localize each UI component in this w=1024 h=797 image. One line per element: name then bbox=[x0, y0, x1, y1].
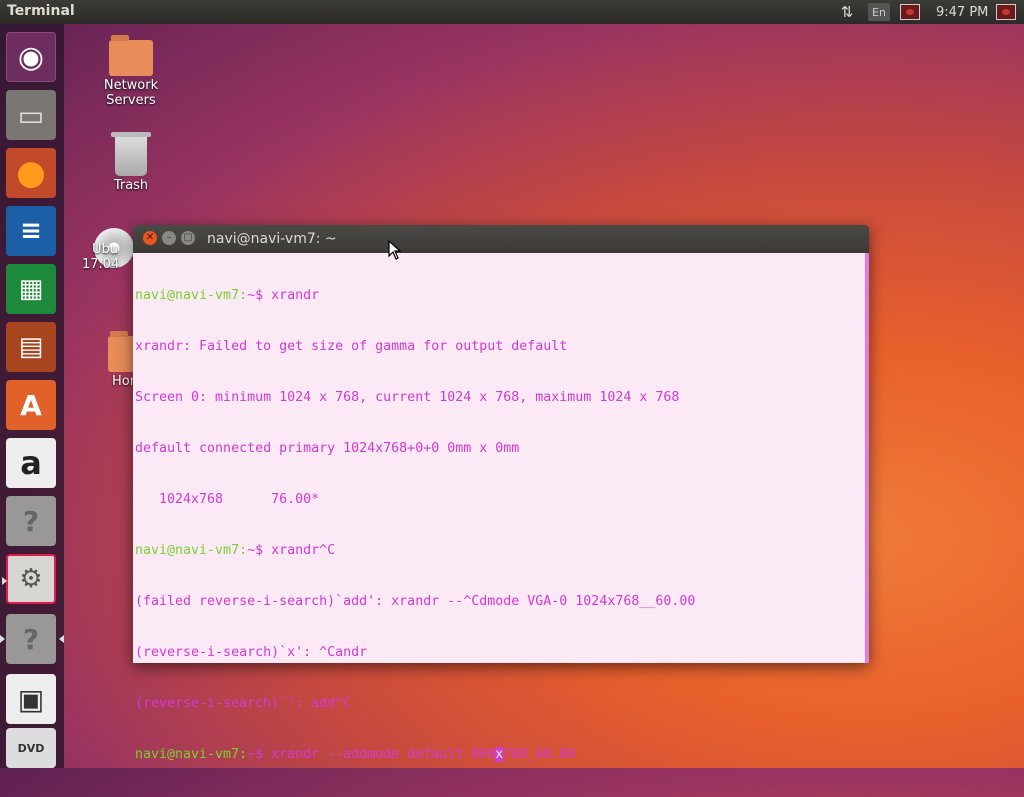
terminal-line: (reverse-i-search)`x': ^Candr bbox=[135, 645, 368, 660]
running-indicator bbox=[0, 635, 5, 643]
launcher-item-software[interactable]: A bbox=[6, 380, 56, 430]
calc-spreadsheet-icon: ▦ bbox=[18, 274, 44, 304]
keyboard-language-indicator[interactable]: En bbox=[868, 3, 890, 21]
network-folder-icon bbox=[109, 35, 153, 76]
session-indicator-icon[interactable] bbox=[996, 3, 1016, 21]
software-center-icon: A bbox=[20, 388, 42, 422]
terminal-line: default connected primary 1024x768+0+0 0… bbox=[135, 441, 520, 456]
system-settings-icon: ⚙ bbox=[19, 564, 43, 594]
command-text: ~$ xrandr^C bbox=[247, 543, 336, 558]
terminal-output[interactable]: navi@navi-vm7:~$ xrandr xrandr: Failed t… bbox=[133, 253, 869, 762]
help-icon: ? bbox=[22, 622, 40, 656]
window-title: navi@navi-vm7: ~ bbox=[207, 231, 337, 247]
launcher-item-impress[interactable]: ▤ bbox=[6, 322, 56, 372]
terminal-line: Screen 0: minimum 1024 x 768, current 10… bbox=[135, 390, 680, 405]
terminal-line: 1024x768 76.00* bbox=[135, 492, 320, 507]
floppy-disk-icon: ▣ bbox=[17, 682, 45, 716]
desktop-icon-label: Trash bbox=[113, 178, 149, 193]
terminal-line: (failed reverse-i-search)`add': xrandr -… bbox=[135, 594, 696, 609]
launcher-item-calc[interactable]: ▦ bbox=[6, 264, 56, 314]
launcher-item-dash[interactable]: ◉ bbox=[6, 32, 56, 82]
launcher-item-settings[interactable]: ⚙ bbox=[2, 554, 56, 604]
launcher-item-dvd[interactable]: DVD bbox=[6, 728, 56, 768]
clock[interactable]: 9:47 PM bbox=[936, 3, 988, 21]
launcher-item-files[interactable]: ▭ bbox=[6, 90, 56, 140]
command-text: ~$ xrandr bbox=[247, 288, 320, 303]
terminal-line: navi@navi-vm7:~$ xrandr^C bbox=[135, 542, 865, 559]
command-input-rest: 768_60.00 bbox=[503, 747, 576, 762]
command-input: ~$ xrandr --addmode default 800 bbox=[247, 747, 496, 762]
close-icon[interactable]: ✕ bbox=[143, 231, 157, 245]
dvd-icon: DVD bbox=[17, 741, 45, 755]
desktop-icon-network-servers[interactable]: Network Servers bbox=[86, 35, 176, 108]
writer-document-icon: ≡ bbox=[20, 216, 42, 246]
launcher-item-amazon[interactable]: a bbox=[6, 438, 56, 488]
amazon-icon: a bbox=[20, 444, 42, 482]
desktop-icon-trash[interactable]: Trash bbox=[86, 132, 176, 193]
launcher-item-help-2[interactable]: ? bbox=[0, 614, 64, 664]
file-cabinet-icon: ▭ bbox=[17, 98, 45, 132]
terminal-titlebar[interactable]: ✕ – ▢ navi@navi-vm7: ~ bbox=[133, 225, 869, 253]
launcher-item-floppy[interactable]: ▣ bbox=[6, 674, 56, 724]
active-app-title: Terminal bbox=[7, 3, 75, 19]
maximize-icon[interactable]: ▢ bbox=[181, 231, 195, 245]
terminal-line: (reverse-i-search)`': add^C bbox=[135, 696, 352, 711]
mouse-pointer-icon bbox=[388, 240, 402, 260]
firefox-icon: ● bbox=[16, 153, 46, 193]
shell-prompt: navi@navi-vm7: bbox=[135, 288, 248, 303]
launcher-item-writer[interactable]: ≡ bbox=[6, 206, 56, 256]
trash-icon bbox=[111, 132, 151, 176]
terminal-window[interactable]: ✕ – ▢ navi@navi-vm7: ~ navi@navi-vm7:~$ … bbox=[133, 225, 869, 762]
shell-prompt: navi@navi-vm7: bbox=[135, 543, 248, 558]
terminal-current-line[interactable]: navi@navi-vm7:~$ xrandr --addmode defaul… bbox=[135, 746, 865, 763]
impress-presentation-icon: ▤ bbox=[18, 332, 44, 362]
terminal-line: navi@navi-vm7:~$ xrandr bbox=[135, 287, 865, 304]
help-icon: ? bbox=[22, 504, 40, 538]
ubuntu-logo-icon: ◉ bbox=[17, 39, 45, 75]
launcher: ◉ ▭ ● ≡ ▦ ▤ A a ? ⚙ ? ▣ DVD bbox=[0, 24, 64, 768]
top-panel: Terminal ⇅ En 9:47 PM bbox=[0, 0, 1024, 24]
network-indicator-icon[interactable]: ⇅ bbox=[836, 3, 858, 21]
focused-indicator bbox=[59, 635, 64, 643]
minimize-icon[interactable]: – bbox=[162, 231, 176, 245]
terminal-line: xrandr: Failed to get size of gamma for … bbox=[135, 339, 568, 354]
launcher-item-help[interactable]: ? bbox=[6, 496, 56, 546]
shell-prompt: navi@navi-vm7: bbox=[135, 747, 248, 762]
launcher-item-firefox[interactable]: ● bbox=[6, 148, 56, 198]
desktop-icon-label: Network Servers bbox=[103, 78, 159, 108]
sound-indicator-icon[interactable] bbox=[900, 3, 920, 21]
running-indicator bbox=[2, 577, 7, 585]
